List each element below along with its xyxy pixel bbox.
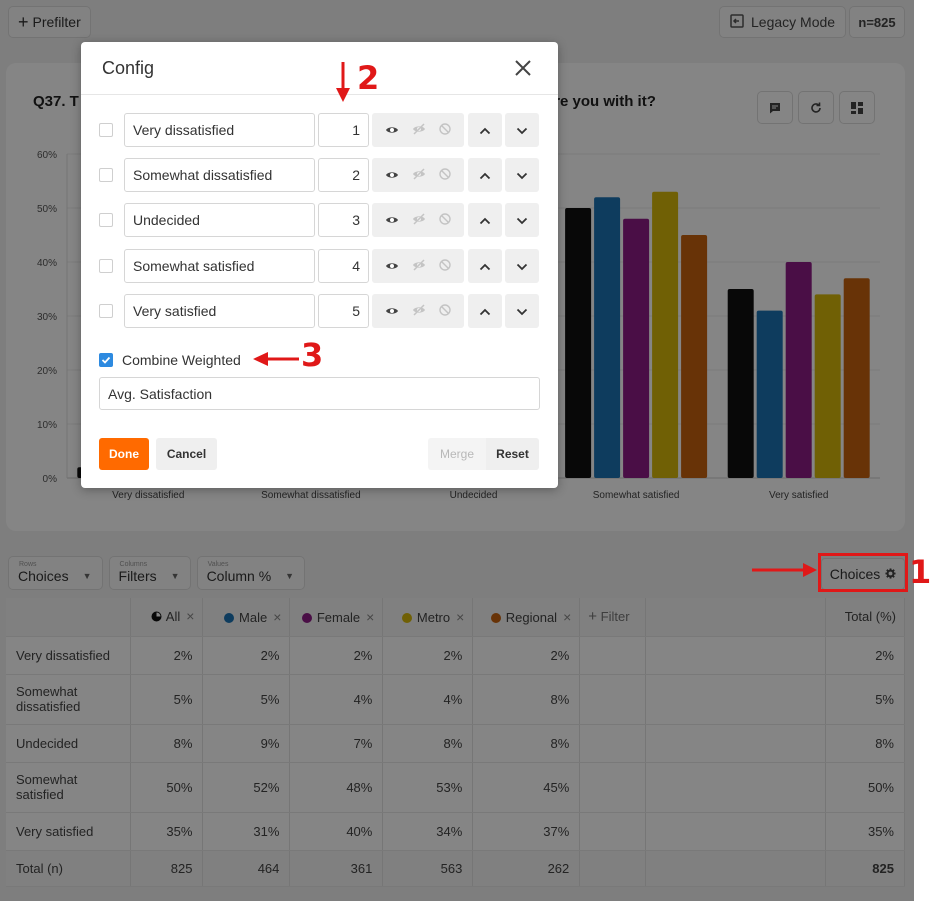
merge-button[interactable]: Merge <box>428 438 486 470</box>
visibility-controls <box>372 294 464 328</box>
close-icon[interactable] <box>514 55 532 81</box>
eye-icon[interactable] <box>385 304 399 319</box>
choice-checkbox[interactable] <box>99 259 113 273</box>
move-down-button[interactable] <box>505 158 539 192</box>
cancel-button[interactable]: Cancel <box>156 438 217 470</box>
choice-weight-input[interactable]: 3 <box>318 203 369 237</box>
visibility-controls <box>372 158 464 192</box>
chevron-down-icon <box>516 259 528 274</box>
visibility-controls <box>372 249 464 283</box>
choice-label-input[interactable]: Somewhat dissatisfied <box>124 158 315 192</box>
move-down-button[interactable] <box>505 249 539 283</box>
eye-off-icon[interactable] <box>412 258 426 274</box>
eye-icon[interactable] <box>385 168 399 183</box>
eye-off-icon[interactable] <box>412 167 426 183</box>
chevron-up-icon <box>479 213 491 228</box>
done-button[interactable]: Done <box>99 438 149 470</box>
choice-checkbox[interactable] <box>99 168 113 182</box>
choice-row: Undecided 3 <box>81 203 558 237</box>
choice-weight-input[interactable]: 4 <box>318 249 369 283</box>
move-up-button[interactable] <box>468 113 502 147</box>
combine-weighted-label: Combine Weighted <box>122 352 241 368</box>
ban-icon[interactable] <box>439 303 452 319</box>
choice-label-input[interactable]: Very satisfied <box>124 294 315 328</box>
choice-weight-input[interactable]: 1 <box>318 113 369 147</box>
combined-name-input[interactable]: Avg. Satisfaction <box>99 377 540 410</box>
move-down-button[interactable] <box>505 294 539 328</box>
chevron-up-icon <box>479 259 491 274</box>
annotation-number-1: 1 <box>909 553 932 591</box>
eye-icon[interactable] <box>385 259 399 274</box>
dialog-divider <box>81 94 558 95</box>
choice-label-input[interactable]: Very dissatisfied <box>124 113 315 147</box>
reset-button[interactable]: Reset <box>486 438 539 470</box>
move-up-button[interactable] <box>468 294 502 328</box>
choice-checkbox[interactable] <box>99 304 113 318</box>
chevron-up-icon <box>479 304 491 319</box>
move-down-button[interactable] <box>505 203 539 237</box>
move-down-button[interactable] <box>505 113 539 147</box>
chevron-down-icon <box>516 213 528 228</box>
choice-label-input[interactable]: Undecided <box>124 203 315 237</box>
ban-icon[interactable] <box>439 167 452 183</box>
chevron-up-icon <box>479 168 491 183</box>
eye-off-icon[interactable] <box>412 212 426 228</box>
move-up-button[interactable] <box>468 158 502 192</box>
combine-weighted-checkbox[interactable] <box>99 353 113 367</box>
annotation-number-2: 2 <box>357 59 380 97</box>
eye-off-icon[interactable] <box>412 122 426 138</box>
eye-icon[interactable] <box>385 123 399 138</box>
choice-row: Very satisfied 5 <box>81 294 558 328</box>
config-dialog: Config Very dissatisfied 1 Somewhat dissat… <box>81 42 558 488</box>
chevron-down-icon <box>516 168 528 183</box>
choice-row: Somewhat dissatisfied 2 <box>81 158 558 192</box>
choice-checkbox[interactable] <box>99 123 113 137</box>
choice-row: Very dissatisfied 1 <box>81 113 558 147</box>
ban-icon[interactable] <box>439 258 452 274</box>
choice-row: Somewhat satisfied 4 <box>81 249 558 283</box>
move-up-button[interactable] <box>468 249 502 283</box>
ban-icon[interactable] <box>439 122 452 138</box>
eye-icon[interactable] <box>385 213 399 228</box>
choice-weight-input[interactable]: 5 <box>318 294 369 328</box>
annotation-highlight-box <box>818 553 908 592</box>
ban-icon[interactable] <box>439 212 452 228</box>
visibility-controls <box>372 113 464 147</box>
chevron-down-icon <box>516 304 528 319</box>
choice-weight-input[interactable]: 2 <box>318 158 369 192</box>
dialog-title: Config <box>102 58 155 78</box>
choice-label-input[interactable]: Somewhat satisfied <box>124 249 315 283</box>
eye-off-icon[interactable] <box>412 303 426 319</box>
chevron-up-icon <box>479 123 491 138</box>
choice-checkbox[interactable] <box>99 213 113 227</box>
move-up-button[interactable] <box>468 203 502 237</box>
visibility-controls <box>372 203 464 237</box>
annotation-number-3: 3 <box>301 336 324 374</box>
chevron-down-icon <box>516 123 528 138</box>
